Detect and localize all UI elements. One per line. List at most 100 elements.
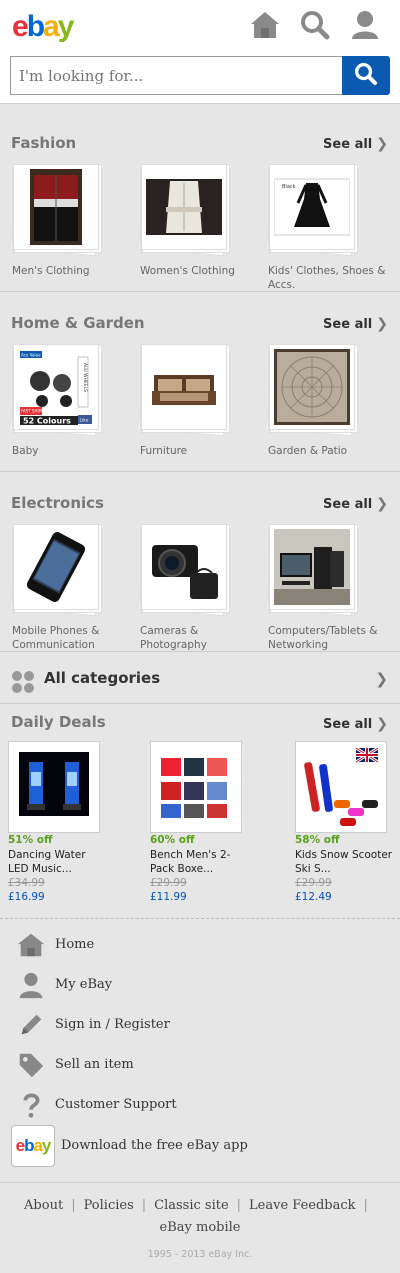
deal-title[interactable]: Kids Snow Scooter Ski S... [295,848,395,876]
speakers-thumbnail [19,752,89,816]
search-button[interactable] [342,56,390,95]
menu-item-sell[interactable]: Sell an item [0,1045,400,1085]
deal-title[interactable]: Bench Men's 2-Pack Boxe... [150,848,250,876]
footer-link-classic-site[interactable]: Classic site [154,1198,229,1213]
section-electronics: Electronics See all ❯ Mobile Phones & Com… [0,472,400,652]
category-tile-womens-clothing[interactable] [141,164,227,250]
pram-thumb-badge-text: FAST SHIPPING [21,409,51,414]
category-tile-garden-patio[interactable] [269,344,355,430]
search-input[interactable] [10,56,343,95]
all-categories-row[interactable]: All categories ❯ [0,652,400,704]
menu-label: Customer Support [55,1097,177,1112]
category-label[interactable]: Baby [12,444,137,458]
section-fashion: Fashion See all ❯ Men's Clothing Women's … [0,112,400,292]
category-label[interactable]: Mobile Phones & Communication [12,624,137,652]
deal-discount: 51% off [8,834,53,846]
chevron-right-icon: ❯ [375,670,388,688]
tag-icon [19,1053,44,1078]
deal-original-price: £34.99 [8,877,45,889]
ebay-app-icon[interactable]: ebay [11,1125,55,1167]
category-tile-computers[interactable] [269,524,355,610]
computer-thumbnail [274,529,350,605]
see-all-link[interactable]: See all ❯ [323,136,388,152]
menu-label: My eBay [55,977,113,992]
category-tile-mens-clothing[interactable] [13,164,99,250]
category-label[interactable]: Computers/Tablets & Networking [268,624,393,652]
home-icon[interactable] [249,9,281,41]
question-icon [23,1093,40,1118]
footer-links: About | Policies | Classic site | Leave Feedba… [24,1198,368,1235]
deal-image[interactable] [295,741,387,833]
category-tile-kids-clothes[interactable]: Black [269,164,355,250]
menu-item-support[interactable]: Customer Support [0,1085,400,1125]
footer: About | Policies | Classic site | Leave Feedba… [0,1182,400,1273]
header: ebay [0,0,400,104]
footer-link-leave-feedback[interactable]: Leave Feedback [249,1198,356,1213]
phone-thumbnail [18,529,94,605]
coat-thumbnail [146,179,222,235]
category-label[interactable]: Furniture [140,444,265,458]
deal-price: £11.99 [150,891,187,903]
footer-link-policies[interactable]: Policies [84,1198,134,1213]
menu-item-sign-in[interactable]: Sign in / Register [0,1005,400,1045]
menu-item-my-ebay[interactable]: My eBay [0,965,400,1005]
patio-thumbnail [274,349,350,425]
pram-thumb-like-text: Like [80,418,89,424]
chevron-right-icon: ❯ [376,136,388,152]
user-icon[interactable] [349,9,381,41]
jacket-thumbnail [30,169,82,245]
section-home-garden: Home & Garden See all ❯ Ace Value ALU WHE… [0,292,400,472]
menu-label: Sign in / Register [55,1017,170,1032]
camera-thumbnail [146,529,222,605]
pram-thumb-top-text: Ace Value [21,353,41,358]
copyright: 1995 - 2013 eBay Inc. [147,1249,253,1260]
chevron-right-icon: ❯ [376,496,388,512]
footer-link-about[interactable]: About [24,1198,63,1213]
deal-title[interactable]: Dancing Water LED Music... [8,848,108,876]
search-icon [355,63,377,85]
dress-thumb-text: Black [282,184,296,190]
see-all-link[interactable]: See all ❯ [323,496,388,512]
pram-thumb-side-text: ALU WHEELS [82,363,88,392]
download-app-link[interactable]: Download the free eBay app [61,1138,248,1153]
deal-price: £16.99 [8,891,45,903]
deal-original-price: £29.99 [150,877,187,889]
section-title: Fashion [11,134,77,152]
boxers-thumbnail [151,742,241,832]
category-label[interactable]: Cameras & Photography [140,624,265,652]
grid-icon [12,671,34,693]
see-all-link[interactable]: See all ❯ [323,316,388,332]
deals-title: Daily Deals [11,713,106,731]
dress-thumbnail: Black [274,178,350,236]
see-all-link[interactable]: See all ❯ [323,716,388,732]
sofa-thumbnail [146,349,222,425]
ebay-logo[interactable]: ebay [12,12,74,42]
deal-discount: 60% off [150,834,195,846]
pram-thumb-colours-text: 52 Colours [23,417,71,426]
category-tile-baby[interactable]: Ace Value ALU WHEELS FAST SHIPPING 52 Co… [13,344,99,430]
footer-link-ebay-mobile[interactable]: eBay mobile [160,1220,241,1235]
category-label[interactable]: Men's Clothing [12,264,137,278]
deal-image[interactable] [8,741,100,833]
deal-image[interactable] [150,741,242,833]
menu-label: Home [55,937,95,952]
category-tile-cameras[interactable] [141,524,227,610]
category-tile-furniture[interactable] [141,344,227,430]
deal-discount: 58% off [295,834,340,846]
user-icon [19,972,43,999]
chevron-right-icon: ❯ [376,716,388,732]
menu-item-home[interactable]: Home [0,925,400,965]
category-label[interactable]: Garden & Patio [268,444,393,458]
deal-original-price: £29.99 [295,877,332,889]
menu-label: Sell an item [55,1057,134,1072]
category-label[interactable]: Kids' Clothes, Shoes & Accs. [268,264,393,292]
section-title: Electronics [11,494,104,512]
search-icon[interactable] [299,9,331,41]
category-tile-mobile-phones[interactable] [13,524,99,610]
daily-deals: Daily Deals See all ❯ 51% off Dancing Wat… [0,705,400,919]
home-icon [17,933,45,957]
category-label[interactable]: Women's Clothing [140,264,265,278]
all-categories-label: All categories [44,669,161,687]
pram-thumbnail: Ace Value ALU WHEELS FAST SHIPPING 52 Co… [18,349,94,425]
section-title: Home & Garden [11,314,145,332]
